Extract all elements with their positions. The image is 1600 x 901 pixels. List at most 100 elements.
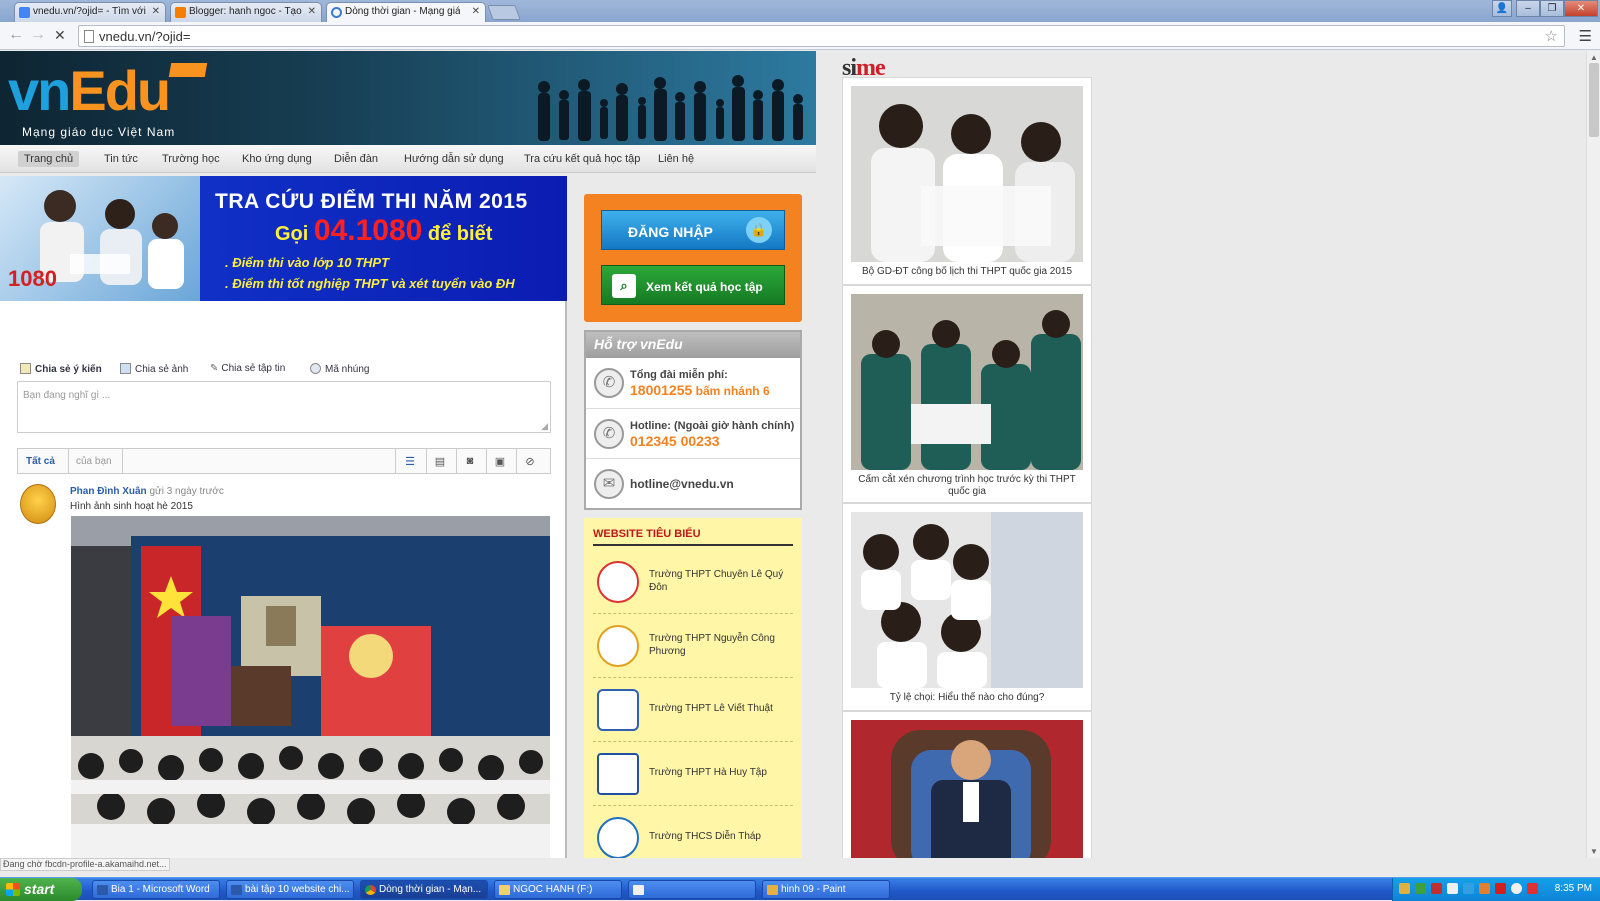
- address-bar[interactable]: vnedu.vn/?ojid= ☆: [78, 25, 1565, 47]
- summer-activity-photo: [71, 516, 550, 858]
- tab-google-search[interactable]: vnedu.vn/?ojid= - Tìm với G... ✕: [14, 2, 166, 22]
- vnedu-logo[interactable]: vnEdu: [8, 63, 171, 119]
- post-photo[interactable]: [71, 516, 550, 858]
- nav-home[interactable]: Trang chủ: [18, 151, 80, 167]
- list-item[interactable]: Trường THPT Hà Huy Tập: [593, 742, 793, 806]
- system-clock[interactable]: 8:35 PM: [1555, 883, 1592, 894]
- tray-icon[interactable]: [1527, 883, 1538, 894]
- camera-filter-icon[interactable]: ◙: [464, 455, 476, 467]
- banner-call: Gọi 04.1080 để biết: [275, 214, 493, 247]
- status-input[interactable]: Bạn đang nghĩ gì ... ◢: [17, 381, 551, 433]
- hamburger-menu-icon[interactable]: ☰: [1579, 27, 1592, 45]
- bookmark-star-icon[interactable]: ☆: [1545, 27, 1558, 45]
- taskbar-explorer[interactable]: NGOC HANH (F:): [494, 880, 622, 899]
- nav-guide[interactable]: Hướng dẫn sử dụng: [398, 151, 510, 167]
- restore-button[interactable]: ❐: [1540, 0, 1564, 17]
- embed-code-tab[interactable]: Mã nhúng: [310, 363, 369, 375]
- nav-app-store[interactable]: Kho ứng dụng: [236, 151, 318, 167]
- exam-crowd-photo: [851, 294, 1083, 470]
- url-text[interactable]: vnedu.vn/?ojid=: [99, 29, 190, 44]
- hotline-row: ✆ Hotline: (Ngoài giờ hành chính) 012345…: [586, 408, 800, 458]
- close-tab-icon[interactable]: ✕: [472, 6, 480, 17]
- list-view-icon[interactable]: ☰: [404, 455, 416, 468]
- school-logo-icon: [597, 625, 639, 667]
- nav-results-lookup[interactable]: Tra cứu kết quả học tập: [518, 151, 646, 167]
- news-item[interactable]: Cấm cắt xén chương trình học trước kỳ th…: [842, 285, 1092, 503]
- resize-handle-icon[interactable]: ◢: [541, 421, 548, 432]
- scroll-down-icon[interactable]: ▼: [1590, 847, 1598, 856]
- scrollbar-thumb[interactable]: [1589, 63, 1599, 137]
- share-photo-tab[interactable]: Chia sẻ ảnh: [120, 363, 188, 375]
- nav-forum[interactable]: Diễn đàn: [328, 151, 384, 167]
- scroll-up-icon[interactable]: ▲: [1590, 53, 1598, 62]
- search-document-icon: ⌕: [612, 274, 636, 298]
- word-icon: [97, 885, 108, 895]
- avatar[interactable]: [20, 484, 56, 524]
- tray-icon[interactable]: [1431, 883, 1442, 894]
- loading-status: Đang chờ fbcdn-profile-a.akamaihd.net...: [0, 858, 170, 871]
- exam-lookup-banner[interactable]: 1080 TRA CỨU ĐIỂM THI NĂM 2015 Gọi 04.10…: [0, 176, 567, 301]
- tray-icon[interactable]: [1447, 883, 1458, 894]
- official-speaking-photo: [851, 720, 1083, 858]
- user-icon[interactable]: 👤: [1492, 0, 1512, 17]
- nav-contact[interactable]: Liên hệ: [652, 151, 700, 167]
- news-image[interactable]: [851, 86, 1083, 262]
- document-filter-icon[interactable]: ▤: [434, 455, 446, 468]
- filter-yours-tab[interactable]: của bạn: [76, 456, 112, 467]
- chrome-icon: [365, 885, 376, 895]
- close-tab-icon[interactable]: ✕: [308, 6, 316, 17]
- back-arrow-icon[interactable]: ←: [8, 27, 24, 43]
- news-image[interactable]: [851, 512, 1083, 688]
- tray-icon[interactable]: [1415, 883, 1426, 894]
- people-silhouette-icon: [538, 75, 803, 141]
- list-item[interactable]: Trường THPT Chuyên Lê Quý Đôn: [593, 550, 793, 614]
- forward-arrow-icon[interactable]: →: [30, 27, 46, 43]
- tray-icon[interactable]: [1511, 883, 1522, 894]
- share-file-tab[interactable]: ✎ Chia sẻ tập tin: [210, 363, 285, 374]
- nav-schools[interactable]: Trường học: [156, 151, 226, 167]
- video-filter-icon[interactable]: ▣: [494, 455, 506, 468]
- tab-vnedu-active[interactable]: Dòng thời gian - Mạng giáo d... ✕: [326, 2, 486, 23]
- filter-all-tab[interactable]: Tất cả: [26, 456, 55, 467]
- nav-news[interactable]: Tin tức: [98, 151, 144, 167]
- site-header: vnEdu Mạng giáo dục Việt Nam: [0, 51, 816, 145]
- tab-blogger[interactable]: Blogger: hanh ngoc - Tạo bà... ✕: [170, 2, 322, 22]
- share-opinion-tab[interactable]: Chia sẻ ý kiến: [20, 363, 102, 375]
- school-logo-icon: [597, 753, 639, 795]
- close-window-button[interactable]: ✕: [1564, 0, 1598, 17]
- taskbar-blank[interactable]: [628, 880, 756, 899]
- news-image[interactable]: [851, 720, 1083, 858]
- taskbar-word[interactable]: Bia 1 - Microsoft Word: [92, 880, 220, 899]
- news-item[interactable]: [842, 711, 1092, 858]
- post-author[interactable]: Phan Đình Xuân gửi 3 ngày trước: [70, 486, 224, 497]
- list-item[interactable]: Trường THCS Diễn Tháp: [593, 806, 793, 858]
- taskbar-chrome[interactable]: Dòng thời gian - Mạn...: [360, 880, 488, 899]
- taskbar-word-2[interactable]: bài tập 10 website chi...: [226, 880, 354, 899]
- minimize-button[interactable]: –: [1516, 0, 1540, 17]
- news-item[interactable]: Tỷ lệ chọi: Hiểu thế nào cho đúng?: [842, 503, 1092, 711]
- support-box: Hỗ trợ vnEdu ✆ Tổng đài miễn phí: 180012…: [584, 330, 802, 510]
- tray-icon[interactable]: [1495, 883, 1506, 894]
- news-image[interactable]: [851, 294, 1083, 470]
- close-tab-icon[interactable]: ✕: [152, 6, 160, 17]
- vertical-scrollbar[interactable]: ▲ ▼: [1586, 51, 1600, 858]
- new-tab-button[interactable]: [487, 5, 521, 20]
- login-button[interactable]: ĐĂNG NHẬP 🔒: [601, 210, 785, 250]
- tray-icon[interactable]: [1399, 883, 1410, 894]
- tray-icon[interactable]: [1463, 883, 1474, 894]
- windows-taskbar: start Bia 1 - Microsoft Word bài tập 10 …: [0, 877, 1600, 901]
- list-item[interactable]: Trường THPT Nguyễn Công Phương: [593, 614, 793, 678]
- email-row: ✉ hotline@vnedu.vn: [586, 458, 800, 508]
- start-button[interactable]: start: [0, 878, 82, 901]
- stop-loading-icon[interactable]: ✕: [54, 27, 66, 43]
- news-item[interactable]: Bộ GD-ĐT công bố lịch thi THPT quốc gia …: [842, 77, 1092, 285]
- login-box: ĐĂNG NHẬP 🔒 ⌕ Xem kết quả học tập: [584, 194, 802, 322]
- list-item[interactable]: Trường THPT Lê Viết Thuật: [593, 678, 793, 742]
- taskbar-paint[interactable]: hinh 09 - Paint: [762, 880, 890, 899]
- view-results-button[interactable]: ⌕ Xem kết quả học tập: [601, 265, 785, 305]
- attachment-filter-icon[interactable]: ⊘: [524, 455, 536, 468]
- support-email-link[interactable]: hotline@vnedu.vn: [630, 477, 734, 491]
- graduation-cap-icon: [168, 63, 208, 77]
- page-content: vnEdu Mạng giáo dục Việt Nam Trang chủ T…: [0, 51, 1586, 858]
- tray-icon[interactable]: [1479, 883, 1490, 894]
